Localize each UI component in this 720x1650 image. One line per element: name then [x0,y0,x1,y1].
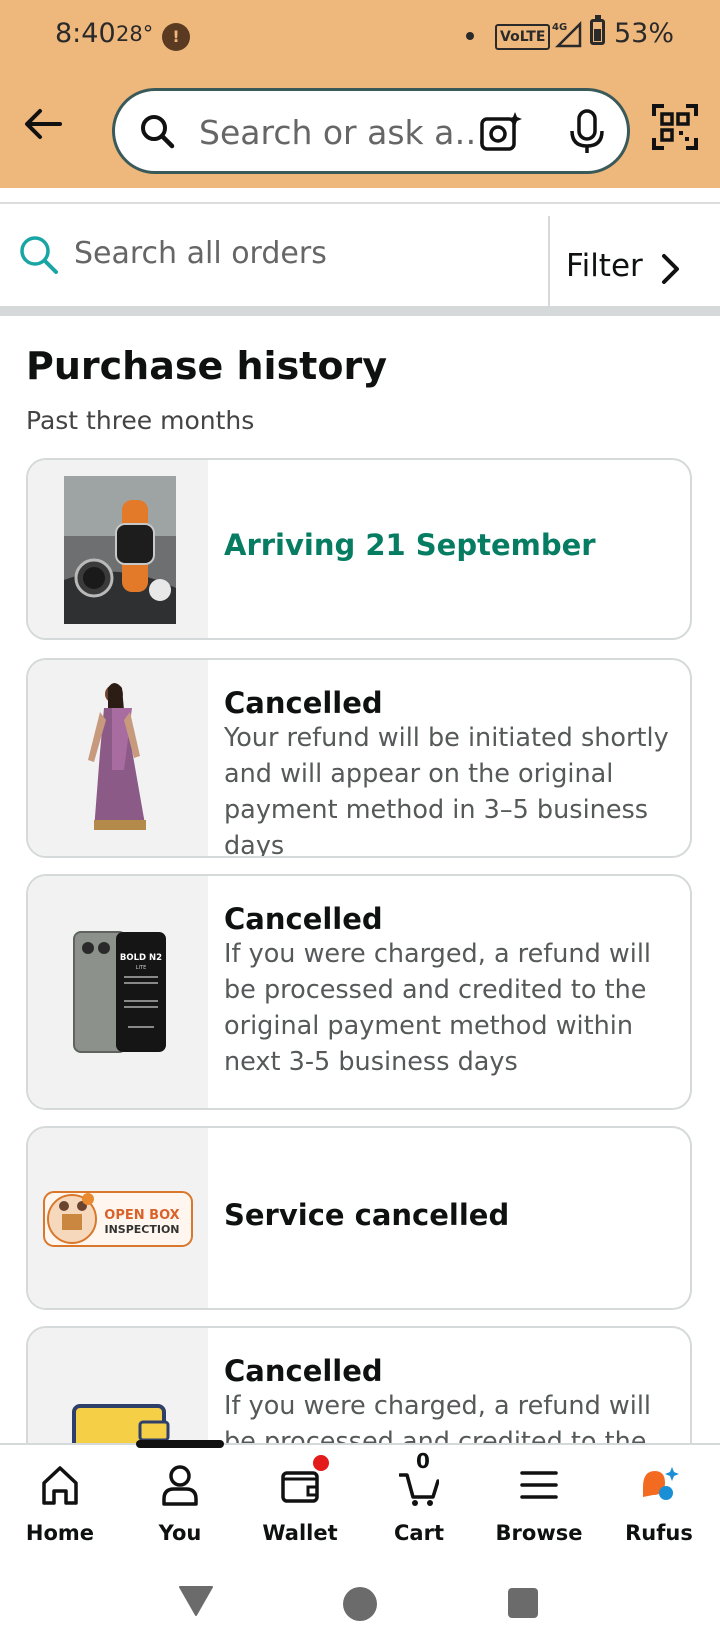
system-recents-icon[interactable] [508,1588,538,1618]
battery-icon [590,19,605,45]
notification-badge [313,1455,329,1471]
order-status: Cancelled [224,902,383,936]
nav-label: Rufus [625,1521,693,1545]
phone-brand-text: BOLD N2 [120,953,162,963]
divider [548,216,550,308]
nav-label: You [158,1521,202,1545]
inspection-text: INSPECTION [104,1223,179,1236]
nav-browse[interactable]: Browse [484,1463,594,1553]
notification-dot-icon [466,32,474,40]
search-icon [20,236,58,274]
warning-icon: ! [162,23,190,51]
orders-search-row: Search all orders Filter [0,204,720,308]
system-navigation-bar [0,1563,720,1650]
order-card[interactable]: Arriving 21 September [26,458,692,640]
system-home-icon[interactable] [343,1587,377,1621]
bottom-navigation: Home You Wallet 0 Cart Browse Rufus [0,1443,720,1565]
phone-image: BOLD N2 LITE [73,931,166,1053]
order-description: Your refund will be initiated shortly an… [224,723,669,858]
filter-label: Filter [566,248,643,284]
volte-badge: VoLTE [495,24,551,50]
order-card[interactable]: OPEN BOX INSPECTION Service cancelled [26,1126,692,1310]
product-image-open-box: OPEN BOX INSPECTION [28,1128,208,1308]
qr-scan-icon[interactable] [652,104,698,150]
signal-icon: 4G [552,20,582,48]
rufus-icon [643,1467,679,1500]
status-bar: 8:40 28° ! VoLTE 4G 53% [0,0,720,72]
order-card[interactable]: Cancelled Your refund will be initiated … [26,658,692,858]
menu-icon [520,1471,558,1499]
search-bar[interactable]: Search or ask a… [112,88,630,174]
home-icon [42,1466,78,1505]
product-image-phone: BOLD N2 LITE [28,876,208,1108]
orders-search-input[interactable]: Search all orders [74,236,327,271]
saree-image [88,683,146,830]
cart-count: 0 [416,1449,430,1473]
nav-home[interactable]: Home [5,1463,115,1553]
person-icon [162,1465,198,1506]
chevron-right-icon [662,254,679,284]
nav-wallet[interactable]: Wallet [245,1455,355,1553]
nav-label: Browse [495,1521,583,1545]
order-status: Arriving 21 September [224,528,596,562]
system-back-icon[interactable] [178,1585,214,1617]
battery-percent: 53% [614,18,675,49]
order-status: Service cancelled [224,1198,510,1232]
search-icon [141,115,175,149]
page-title: Purchase history [26,344,387,388]
camera-search-icon[interactable] [479,110,523,154]
open-box-text: OPEN BOX [104,1208,179,1223]
nav-cart[interactable]: 0 Cart [364,1449,474,1553]
order-status: Cancelled [224,1354,383,1388]
product-image-smartwatch [28,460,208,638]
order-description: If you were charged, a refund will be pr… [224,939,651,1077]
app-header: 8:40 28° ! VoLTE 4G 53% Search or ask a… [0,0,720,188]
search-input[interactable]: Search or ask a… [199,113,487,152]
nav-label: Home [25,1521,95,1545]
order-card[interactable]: BOLD N2 LITE Cancelled If you were charg… [26,874,692,1110]
phone-variant-text: LITE [136,965,146,971]
scroll-handle [136,1440,224,1448]
nav-rufus[interactable]: Rufus [604,1463,714,1553]
product-image-saree [28,660,208,856]
back-arrow-icon[interactable] [20,100,68,148]
nav-label: Cart [394,1521,444,1545]
nav-you[interactable]: You [125,1463,235,1553]
status-temperature: 28° [116,22,154,46]
nav-label: Wallet [262,1521,338,1545]
page-subtitle: Past three months [26,406,255,435]
section-divider [0,306,720,316]
mic-icon[interactable] [567,109,607,155]
order-status: Cancelled [224,686,383,720]
open-box-inspection-image: OPEN BOX INSPECTION [43,1191,193,1247]
network-gen-label: 4G [552,22,567,33]
status-time: 8:40 [55,18,116,49]
wallet-icon [281,1471,319,1503]
filter-button[interactable]: Filter [552,208,720,308]
smartwatch-image [64,476,176,624]
